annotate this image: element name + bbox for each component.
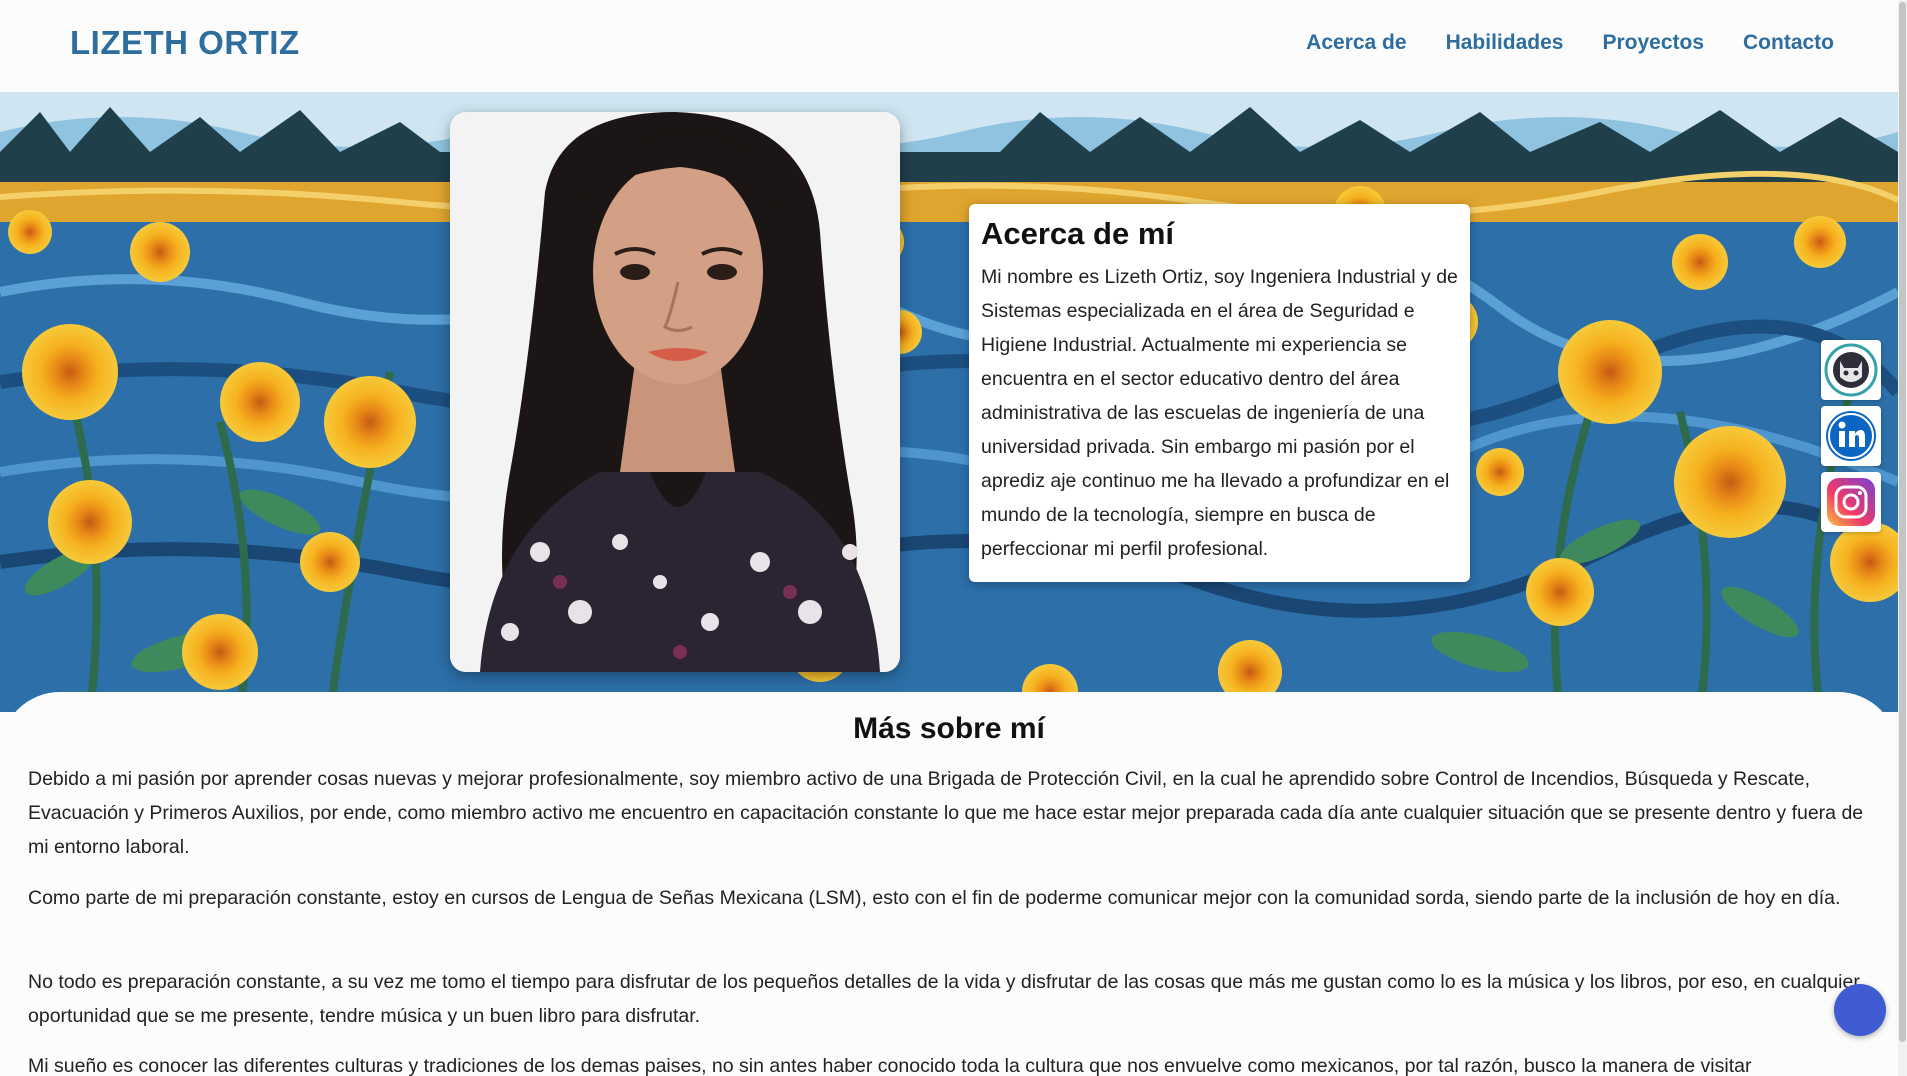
social-links [1821,340,1881,532]
more-about-title: Más sobre mí [853,712,1045,745]
main-nav: Acerca de Habilidades Proyectos Contacto [1306,31,1834,55]
more-paragraph-4: Mi sueño es conocer las diferentes cultu… [28,1055,1752,1076]
linkedin-icon [1826,411,1876,461]
scrollbar-thumb[interactable] [1899,2,1906,1042]
about-title: Acerca de mí [981,216,1174,251]
chat-button[interactable] [1834,984,1886,1036]
page-scrollbar[interactable] [1898,0,1907,1076]
profile-photo [450,112,900,672]
nav-acerca-de[interactable]: Acerca de [1306,31,1406,55]
more-paragraph-3: No todo es preparación constante, a su v… [28,971,1860,1027]
instagram-link[interactable] [1821,472,1881,532]
instagram-icon [1827,478,1875,526]
about-card: Acerca de mí Mi nombre es Lizeth Ortiz, … [969,204,1470,582]
nav-proyectos[interactable]: Proyectos [1602,31,1704,55]
site-brand[interactable]: LIZETH ORTIZ [70,24,300,62]
more-about-section: Más sobre mí Debido a mi pasión por apre… [0,692,1898,1076]
site-header: LIZETH ORTIZ Acerca de Habilidades Proye… [0,0,1898,92]
more-paragraph-1: Debido a mi pasión por aprender cosas nu… [28,768,1864,858]
more-paragraph-2: Como parte de mi preparación constante, … [28,887,1841,909]
sunflower-background-image [0,92,1898,712]
github-link[interactable] [1821,340,1881,400]
about-text: Mi nombre es Lizeth Ortiz, soy Ingeniera… [981,266,1458,560]
github-icon [1824,343,1878,397]
linkedin-link[interactable] [1821,406,1881,466]
hero-section [0,92,1898,712]
nav-habilidades[interactable]: Habilidades [1446,31,1564,55]
nav-contacto[interactable]: Contacto [1743,31,1834,55]
